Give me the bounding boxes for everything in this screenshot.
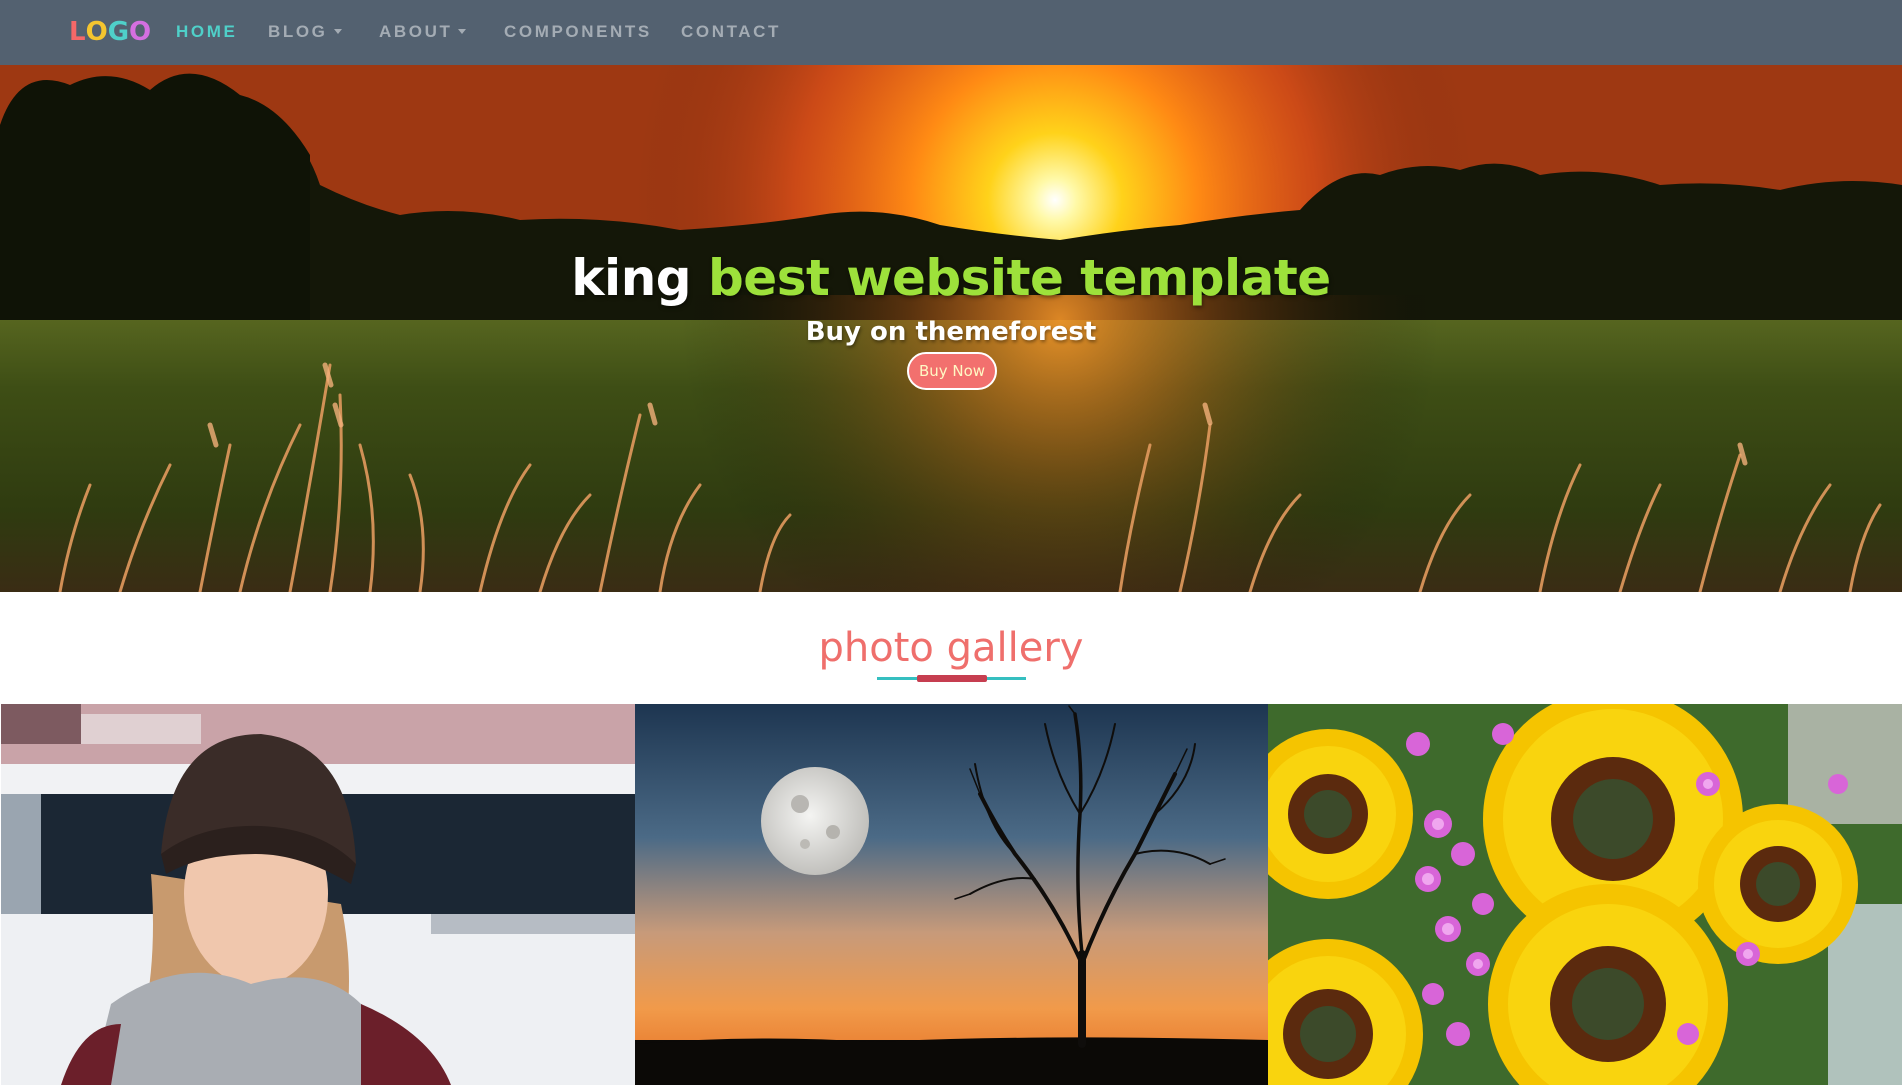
hero-title-green: best website template (708, 249, 1331, 307)
nav-item-label: COMPONENTS (504, 22, 652, 41)
logo-letter: L (69, 17, 86, 47)
nav-item-about[interactable]: ABOUT (379, 0, 467, 65)
woman-in-beanie-image (1, 704, 635, 1085)
buy-now-button[interactable]: Buy Now (907, 352, 997, 390)
gallery-photo-woman[interactable] (1, 704, 635, 1085)
site-logo[interactable]: LOGO (69, 14, 151, 50)
nav-item-blog[interactable]: BLOG (268, 0, 342, 65)
chevron-down-icon (333, 29, 342, 34)
gallery-photo-moon-tree[interactable] (635, 704, 1268, 1085)
hero-subtitle: Buy on themeforest (805, 317, 1097, 347)
title-underline-accent (917, 675, 987, 682)
gallery-photo-sunflowers[interactable] (1268, 704, 1902, 1085)
top-navbar: LOGO HOME BLOG ABOUT COMPONENTS CONTACT (0, 0, 1902, 65)
nav-item-label: CONTACT (681, 22, 782, 41)
nav-item-home[interactable]: HOME (176, 0, 237, 65)
hero-title-white: king (571, 249, 692, 307)
chevron-down-icon (458, 29, 467, 34)
moon-and-tree-image (635, 704, 1268, 1085)
logo-letter: G (107, 17, 130, 47)
photo-gallery (0, 704, 1902, 1085)
nav-item-contact[interactable]: CONTACT (681, 0, 781, 65)
nav-item-components[interactable]: COMPONENTS (504, 0, 652, 65)
logo-letter: O (85, 17, 108, 47)
nav-item-label: HOME (176, 22, 238, 41)
nav-item-label: ABOUT (379, 22, 453, 41)
logo-letter: O (129, 17, 152, 47)
nav-item-label: BLOG (268, 22, 328, 41)
gallery-title: photo gallery (818, 625, 1084, 671)
hero-banner: king best website template Buy on themef… (0, 65, 1902, 592)
hero-title: king best website template (0, 245, 1902, 311)
sunflower-bouquet-image (1268, 704, 1902, 1085)
